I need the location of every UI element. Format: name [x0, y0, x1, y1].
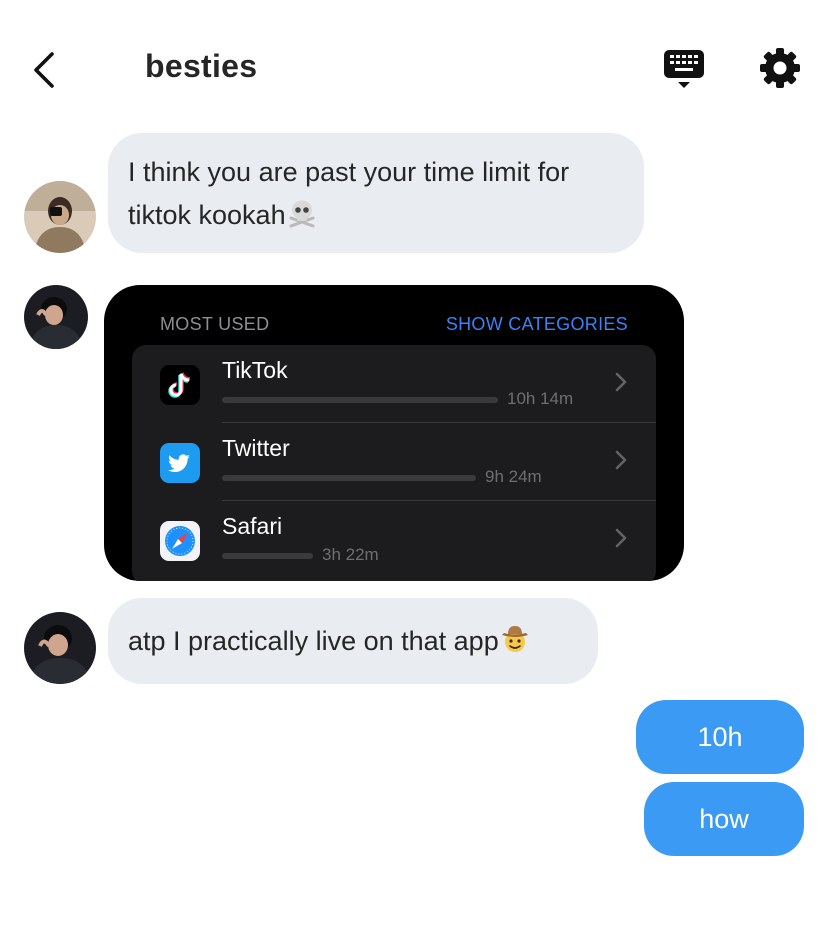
- avatar-photo: [24, 285, 88, 349]
- app-usage-list: TikTok 10h 14m Twitter 9h 24m Safari 3h …: [132, 345, 656, 581]
- usage-bar: [222, 475, 476, 481]
- app-row-safari[interactable]: Safari 3h 22m: [132, 501, 656, 579]
- app-row-twitter[interactable]: Twitter 9h 24m: [132, 423, 656, 501]
- settings-button[interactable]: [758, 46, 802, 90]
- message-bubble[interactable]: atp I practically live on that app: [108, 598, 598, 684]
- chat-title: besties: [145, 48, 258, 84]
- keyboard-icon: [664, 50, 704, 88]
- screen-time-screenshot[interactable]: MOST USED SHOW CATEGORIES TikTok 10h 14m…: [104, 285, 684, 581]
- tiktok-icon: [160, 365, 200, 405]
- back-button[interactable]: [26, 48, 66, 92]
- usage-time: 10h 14m: [507, 389, 574, 408]
- app-name: Twitter: [222, 435, 290, 461]
- avatar[interactable]: [24, 612, 96, 684]
- avatar[interactable]: [24, 181, 96, 253]
- skull-crossbones-emoji: [287, 198, 317, 241]
- app-name: Safari: [222, 513, 283, 539]
- avatar-photo: [24, 181, 96, 253]
- usage-bar: [222, 553, 313, 559]
- chevron-right-icon: [615, 528, 627, 548]
- avatar[interactable]: [24, 285, 88, 349]
- chevron-right-icon: [615, 372, 627, 392]
- safari-icon: [160, 521, 200, 561]
- app-name: TikTok: [222, 357, 288, 383]
- usage-time: 3h 22m: [322, 545, 379, 564]
- cowboy-face-emoji: [500, 624, 530, 667]
- keyboard-button[interactable]: [660, 46, 708, 92]
- message-text: I think you are past your time limit for…: [128, 157, 570, 230]
- chevron-right-icon: [615, 450, 627, 470]
- gear-icon: [760, 48, 800, 88]
- sent-message-bubble[interactable]: how ????: [644, 782, 804, 908]
- usage-bar: [222, 397, 498, 403]
- twitter-icon: [160, 443, 200, 483]
- chevron-left-icon: [34, 52, 54, 88]
- app-row-tiktok[interactable]: TikTok 10h 14m: [132, 345, 656, 423]
- show-categories-link[interactable]: SHOW CATEGORIES: [446, 314, 628, 335]
- usage-time: 9h 24m: [485, 467, 542, 486]
- sent-message-bubble[interactable]: 10h ?????: [636, 700, 804, 826]
- message-bubble[interactable]: I think you are past your time limit for…: [108, 133, 644, 253]
- message-text: atp I practically live on that app: [128, 626, 499, 656]
- avatar-photo: [24, 612, 96, 684]
- most-used-label: MOST USED: [160, 314, 270, 334]
